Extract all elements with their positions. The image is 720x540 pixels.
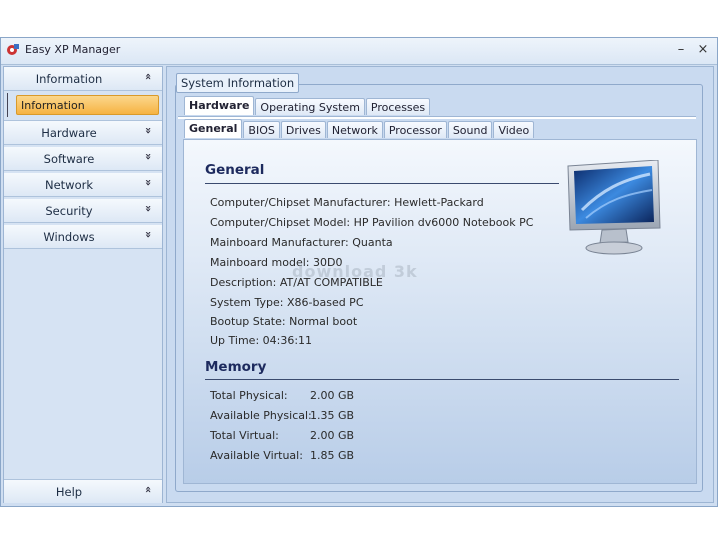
tab-hardware[interactable]: Hardware	[184, 96, 255, 115]
tab-operating-system[interactable]: Operating System	[255, 98, 365, 115]
subtab-bios[interactable]: BIOS	[243, 121, 280, 138]
sidebar-item-network[interactable]: Network »	[4, 173, 162, 197]
subtab-network[interactable]: Network	[326, 121, 383, 138]
sidebar-item-label: Windows	[43, 230, 95, 244]
subtab-bar: General BIOS Drives Network Processor So…	[184, 119, 535, 138]
sidebar-item-label: Network	[44, 178, 94, 192]
selection-indicator	[7, 93, 8, 117]
subtab-processor[interactable]: Processor	[383, 121, 447, 138]
sidebar-item-software[interactable]: Software »	[4, 147, 162, 171]
subtab-video[interactable]: Video	[493, 121, 535, 138]
sidebar-subitem-label: Information	[21, 99, 85, 112]
chevron-down-icon: »	[141, 204, 155, 213]
sidebar-item-label: Software	[43, 152, 95, 166]
memory-value: 1.35 GB	[310, 409, 355, 422]
memory-value: 2.00 GB	[310, 389, 355, 402]
info-row: Computer/Chipset Model: HP Pavilion dv60…	[210, 216, 534, 229]
close-button[interactable]: ×	[695, 42, 711, 58]
sidebar-item-label: Hardware	[41, 126, 97, 140]
sidebar-item-hardware[interactable]: Hardware »	[4, 121, 162, 145]
chevron-down-icon: »	[141, 230, 155, 239]
sidebar-item-label: Help	[55, 485, 83, 499]
sidebar-item-security[interactable]: Security »	[4, 199, 162, 223]
subtab-general[interactable]: General	[184, 119, 243, 138]
window-title: Easy XP Manager	[25, 43, 121, 56]
monitor-icon	[567, 160, 661, 255]
chevron-up-icon: «	[141, 485, 155, 494]
sidebar-item-information[interactable]: Information «	[4, 67, 162, 91]
section-rule	[205, 183, 559, 184]
minimize-button[interactable]: –	[673, 42, 689, 58]
memory-label: Total Physical:	[210, 389, 288, 402]
memory-label: Total Virtual:	[210, 429, 279, 442]
info-row: Mainboard Manufacturer: Quanta	[210, 236, 393, 249]
sidebar-subitem-information[interactable]: Information	[16, 95, 159, 115]
sidebar-item-help[interactable]: Help «	[4, 479, 162, 503]
info-row: System Type: X86-based PC	[210, 296, 364, 309]
chevron-down-icon: »	[141, 126, 155, 135]
memory-value: 2.00 GB	[310, 429, 355, 442]
subtab-sound[interactable]: Sound	[447, 121, 493, 138]
sidebar-item-label: Security	[45, 204, 93, 218]
tab-processes[interactable]: Processes	[365, 98, 431, 115]
info-row: Computer/Chipset Manufacturer: Hewlett-P…	[210, 196, 484, 209]
section-rule	[205, 379, 679, 380]
sidebar-item-label: Information	[35, 72, 103, 86]
info-row: Up Time: 04:36:11	[210, 334, 313, 347]
watermark: download 3k	[292, 262, 418, 281]
memory-value: 1.85 GB	[310, 449, 355, 462]
section-title-memory: Memory	[205, 359, 267, 375]
chevron-up-icon: «	[141, 72, 155, 81]
memory-label: Available Physical:	[210, 409, 312, 422]
title-bar[interactable]: Easy XP Manager – ×	[1, 38, 717, 65]
tab-bar: Hardware Operating System Processes	[184, 96, 431, 115]
tab-strip	[178, 116, 696, 119]
sidebar-item-windows[interactable]: Windows »	[4, 225, 162, 249]
group-label: System Information	[176, 73, 300, 93]
chevron-down-icon: »	[141, 178, 155, 187]
section-title-general: General	[205, 162, 265, 178]
sidebar: Information « Information Hardware » Sof…	[3, 66, 163, 503]
subtab-drives[interactable]: Drives	[280, 121, 326, 138]
chevron-down-icon: »	[141, 152, 155, 161]
memory-label: Available Virtual:	[210, 449, 303, 462]
app-icon	[7, 44, 19, 55]
info-row: Bootup State: Normal boot	[210, 315, 358, 328]
